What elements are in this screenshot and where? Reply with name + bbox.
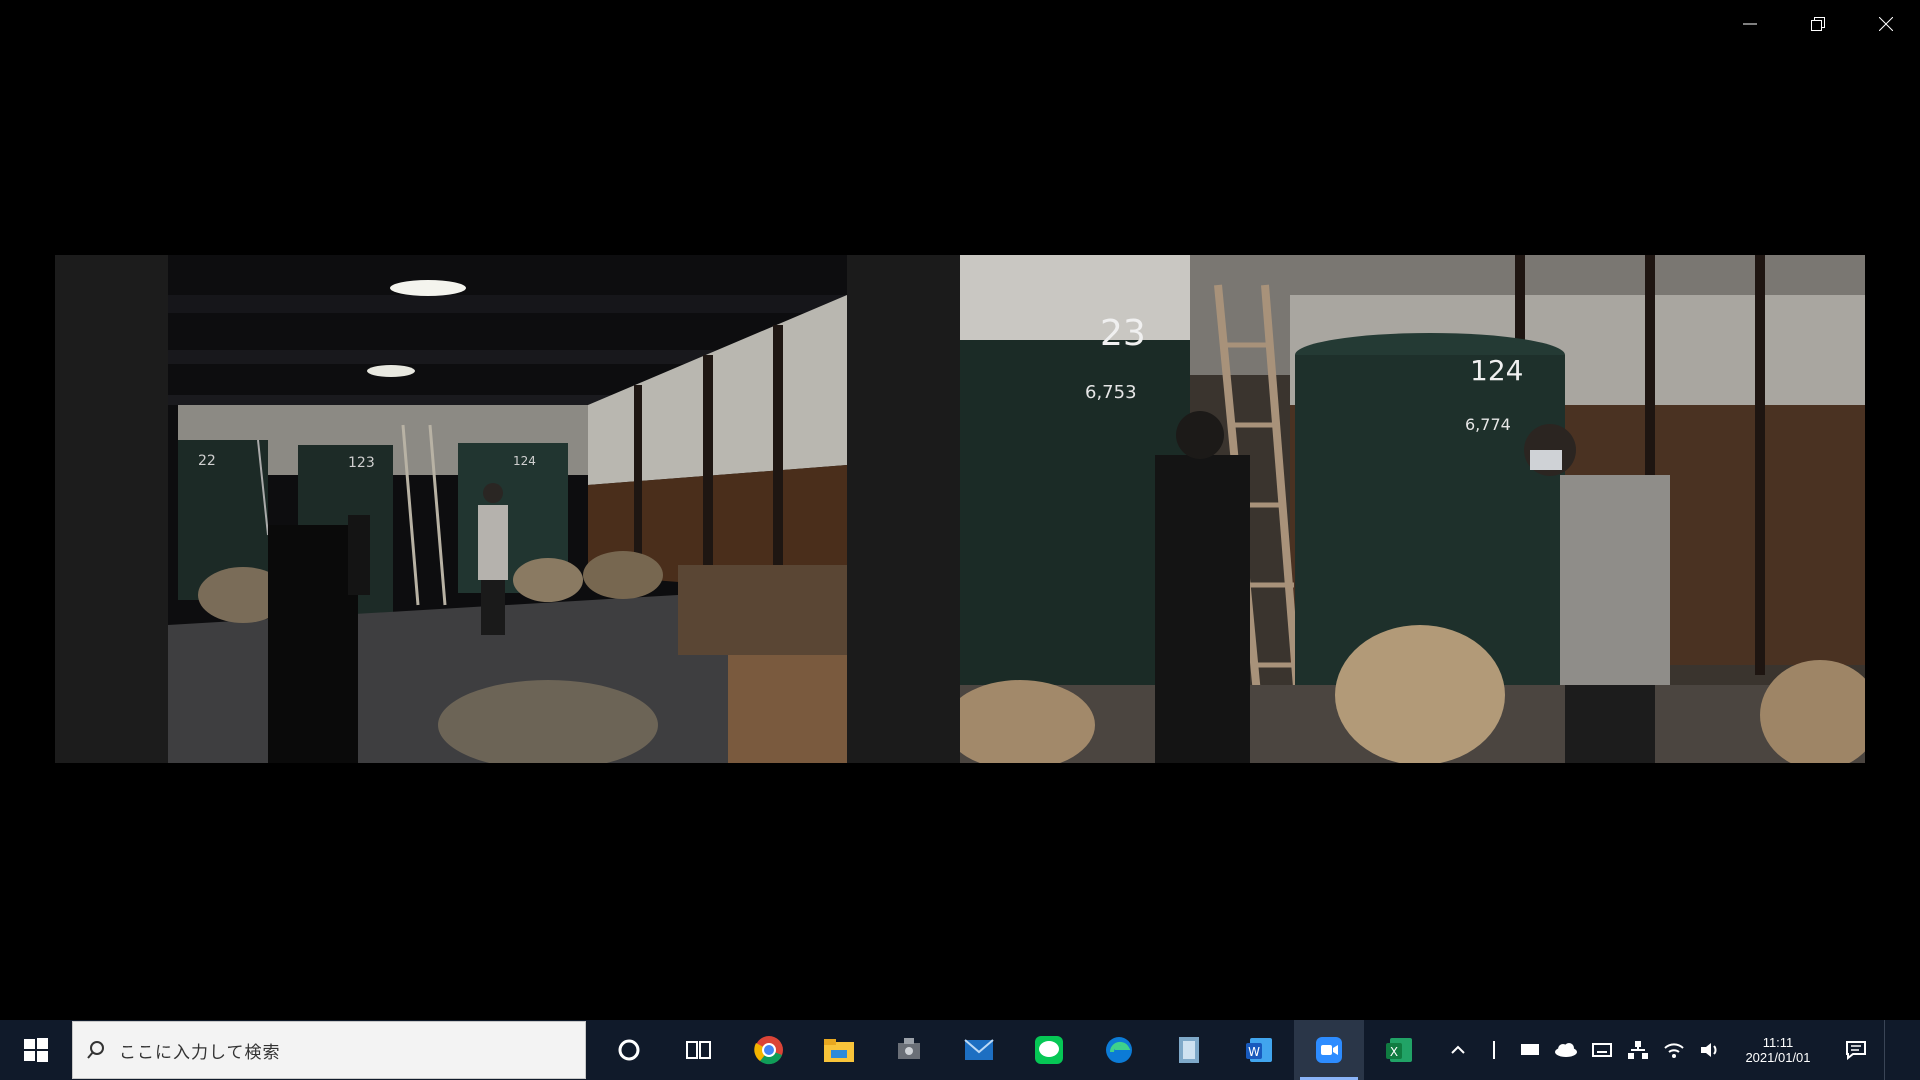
svg-text:123: 123 (348, 455, 375, 471)
action-center-notification-icon[interactable] (1828, 1020, 1884, 1080)
show-hidden-icons-chevron-up-icon[interactable] (1440, 1020, 1476, 1080)
pen-icon[interactable] (1476, 1020, 1512, 1080)
svg-text:X: X (1390, 1045, 1398, 1059)
onedrive-cloud-icon[interactable] (1548, 1020, 1584, 1080)
close-button[interactable] (1852, 0, 1920, 48)
line-icon[interactable] (1014, 1020, 1084, 1080)
minimize-button[interactable] (1716, 0, 1784, 48)
search-placeholder: ここに入力して検索 (119, 1042, 281, 1062)
taskbar-clock[interactable]: 11:11 2021/01/01 (1728, 1020, 1828, 1080)
taskbar: ここに入力して検索 W X 11:11 2021/01/01 (0, 1020, 1920, 1080)
wifi-icon[interactable] (1656, 1020, 1692, 1080)
clock-time: 11:11 (1762, 1035, 1794, 1050)
display-icon[interactable] (1512, 1020, 1548, 1080)
keyboard-icon[interactable] (1584, 1020, 1620, 1080)
window-controls (1716, 0, 1920, 48)
taskbar-apps: W X (594, 1020, 1434, 1080)
start-button[interactable] (0, 1020, 72, 1080)
svg-text:W: W (1248, 1045, 1260, 1059)
svg-text:22: 22 (198, 453, 216, 469)
svg-text:23: 23 (1100, 313, 1146, 354)
cortana-icon[interactable] (594, 1020, 664, 1080)
task-view-icon[interactable] (664, 1020, 734, 1080)
network-icon[interactable] (1620, 1020, 1656, 1080)
restore-button[interactable] (1784, 0, 1852, 48)
video-feed-warehouse-closeup: 23 6,753 124 6,774 (960, 255, 1865, 763)
windows-explorer-icon[interactable] (1154, 1020, 1224, 1080)
video-feed-warehouse-wide: 22 123 124 (168, 255, 847, 763)
search-icon (87, 1041, 104, 1059)
svg-text:124: 124 (513, 454, 536, 468)
edge-icon[interactable] (1084, 1020, 1154, 1080)
svg-text:6,774: 6,774 (1465, 415, 1511, 434)
video-tile-right[interactable]: 23 6,753 124 6,774 (847, 255, 1865, 763)
video-call-window: 22 123 124 23 6,753 124 6,774 (0, 0, 1920, 1020)
show-desktop-button[interactable] (1884, 1020, 1891, 1080)
file-explorer-icon[interactable] (804, 1020, 874, 1080)
word-icon[interactable]: W (1224, 1020, 1294, 1080)
chrome-icon[interactable] (734, 1020, 804, 1080)
volume-icon[interactable] (1692, 1020, 1728, 1080)
video-tile-left[interactable]: 22 123 124 (55, 255, 847, 763)
system-tray: 11:11 2021/01/01 (1440, 1020, 1891, 1080)
zoom-icon[interactable] (1294, 1020, 1364, 1080)
svg-text:6,753: 6,753 (1085, 382, 1137, 403)
video-strip: 22 123 124 23 6,753 124 6,774 (55, 255, 1865, 763)
utility-icon[interactable] (874, 1020, 944, 1080)
excel-icon[interactable]: X (1364, 1020, 1434, 1080)
mail-icon[interactable] (944, 1020, 1014, 1080)
clock-date: 2021/01/01 (1745, 1050, 1811, 1065)
taskbar-search-box[interactable]: ここに入力して検索 (72, 1021, 586, 1079)
svg-text:124: 124 (1470, 354, 1523, 387)
windows-logo-icon (24, 1038, 48, 1062)
